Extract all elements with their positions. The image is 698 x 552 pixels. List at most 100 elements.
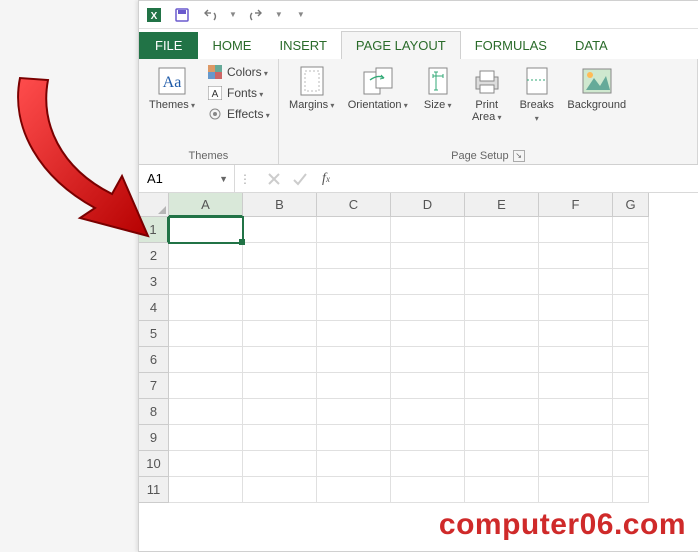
margins-button[interactable]: Margins bbox=[285, 63, 339, 114]
cell[interactable] bbox=[613, 295, 649, 321]
cell[interactable] bbox=[539, 399, 613, 425]
cell[interactable] bbox=[539, 321, 613, 347]
effects-button[interactable]: Effects bbox=[205, 105, 272, 123]
cell[interactable] bbox=[465, 269, 539, 295]
cell[interactable] bbox=[465, 451, 539, 477]
row-header[interactable]: 3 bbox=[139, 269, 169, 295]
cell[interactable] bbox=[243, 451, 317, 477]
enter-formula-icon[interactable] bbox=[289, 168, 311, 190]
cell[interactable] bbox=[317, 399, 391, 425]
row-header[interactable]: 11 bbox=[139, 477, 169, 503]
cell[interactable] bbox=[317, 269, 391, 295]
row-header[interactable]: 6 bbox=[139, 347, 169, 373]
tab-formulas[interactable]: FORMULAS bbox=[461, 32, 561, 59]
cell[interactable] bbox=[391, 295, 465, 321]
cell[interactable] bbox=[539, 243, 613, 269]
cell[interactable] bbox=[169, 295, 243, 321]
col-header[interactable]: A bbox=[169, 193, 243, 217]
cell[interactable] bbox=[465, 321, 539, 347]
col-header[interactable]: E bbox=[465, 193, 539, 217]
cell[interactable] bbox=[169, 477, 243, 503]
row-header[interactable]: 9 bbox=[139, 425, 169, 451]
cell[interactable] bbox=[613, 425, 649, 451]
formula-input[interactable] bbox=[345, 165, 698, 192]
breaks-button[interactable]: Breaks bbox=[515, 63, 559, 127]
cell[interactable] bbox=[539, 451, 613, 477]
cell[interactable] bbox=[243, 347, 317, 373]
row-header[interactable]: 8 bbox=[139, 399, 169, 425]
name-box-dropdown-icon[interactable]: ▼ bbox=[219, 174, 228, 184]
col-header[interactable]: B bbox=[243, 193, 317, 217]
cell[interactable] bbox=[243, 295, 317, 321]
cell[interactable] bbox=[169, 425, 243, 451]
undo-icon[interactable] bbox=[201, 6, 219, 24]
cell[interactable] bbox=[243, 373, 317, 399]
cell[interactable] bbox=[317, 477, 391, 503]
cell[interactable] bbox=[465, 295, 539, 321]
redo-icon[interactable] bbox=[247, 6, 265, 24]
cell[interactable] bbox=[539, 217, 613, 243]
cell[interactable] bbox=[465, 347, 539, 373]
cell[interactable] bbox=[169, 243, 243, 269]
cell[interactable] bbox=[391, 321, 465, 347]
cell[interactable] bbox=[169, 321, 243, 347]
cell[interactable] bbox=[391, 477, 465, 503]
col-header[interactable]: F bbox=[539, 193, 613, 217]
cell[interactable] bbox=[613, 243, 649, 269]
cell[interactable] bbox=[317, 425, 391, 451]
cell[interactable] bbox=[465, 425, 539, 451]
cell[interactable] bbox=[391, 269, 465, 295]
cancel-formula-icon[interactable] bbox=[263, 168, 285, 190]
cell[interactable] bbox=[391, 425, 465, 451]
worksheet-grid[interactable]: A B C D E F G 1 2 3 4 5 6 7 8 9 10 11 bbox=[139, 193, 698, 503]
orientation-button[interactable]: Orientation bbox=[345, 63, 411, 114]
cell[interactable] bbox=[613, 269, 649, 295]
cell[interactable] bbox=[317, 321, 391, 347]
row-header[interactable]: 5 bbox=[139, 321, 169, 347]
page-setup-launcher-icon[interactable]: ↘ bbox=[513, 150, 525, 162]
cell[interactable] bbox=[613, 451, 649, 477]
tab-file[interactable]: FILE bbox=[139, 32, 198, 59]
background-button[interactable]: Background bbox=[565, 63, 629, 113]
cell[interactable] bbox=[317, 243, 391, 269]
tab-data[interactable]: DATA bbox=[561, 32, 622, 59]
cell[interactable] bbox=[169, 269, 243, 295]
cell[interactable] bbox=[317, 295, 391, 321]
cell[interactable] bbox=[391, 243, 465, 269]
cell[interactable] bbox=[391, 399, 465, 425]
cell[interactable] bbox=[243, 477, 317, 503]
save-icon[interactable] bbox=[173, 6, 191, 24]
cell[interactable] bbox=[169, 347, 243, 373]
cell[interactable] bbox=[169, 373, 243, 399]
cell[interactable] bbox=[465, 373, 539, 399]
tab-page-layout[interactable]: PAGE LAYOUT bbox=[341, 31, 461, 59]
cell[interactable] bbox=[391, 451, 465, 477]
cell[interactable] bbox=[613, 373, 649, 399]
cell[interactable] bbox=[539, 295, 613, 321]
print-area-button[interactable]: Print Area bbox=[465, 63, 509, 126]
cell[interactable] bbox=[169, 451, 243, 477]
cell[interactable] bbox=[391, 373, 465, 399]
cell[interactable] bbox=[613, 399, 649, 425]
cell[interactable] bbox=[243, 425, 317, 451]
col-header[interactable]: G bbox=[613, 193, 649, 217]
cell[interactable] bbox=[539, 373, 613, 399]
cell[interactable] bbox=[465, 399, 539, 425]
cell[interactable] bbox=[317, 451, 391, 477]
col-header[interactable]: C bbox=[317, 193, 391, 217]
insert-function-button[interactable]: fx bbox=[315, 168, 337, 190]
cell-A1[interactable] bbox=[169, 217, 243, 243]
cell[interactable] bbox=[539, 347, 613, 373]
cell[interactable] bbox=[317, 373, 391, 399]
cell[interactable] bbox=[243, 321, 317, 347]
colors-button[interactable]: Colors bbox=[205, 63, 272, 81]
col-header[interactable]: D bbox=[391, 193, 465, 217]
cell[interactable] bbox=[613, 347, 649, 373]
cell[interactable] bbox=[465, 217, 539, 243]
cell[interactable] bbox=[613, 321, 649, 347]
undo-dropdown-icon[interactable]: ▼ bbox=[229, 10, 237, 19]
size-button[interactable]: Size bbox=[417, 63, 459, 114]
cell[interactable] bbox=[317, 217, 391, 243]
cell[interactable] bbox=[613, 477, 649, 503]
redo-dropdown-icon[interactable]: ▼ bbox=[275, 10, 283, 19]
